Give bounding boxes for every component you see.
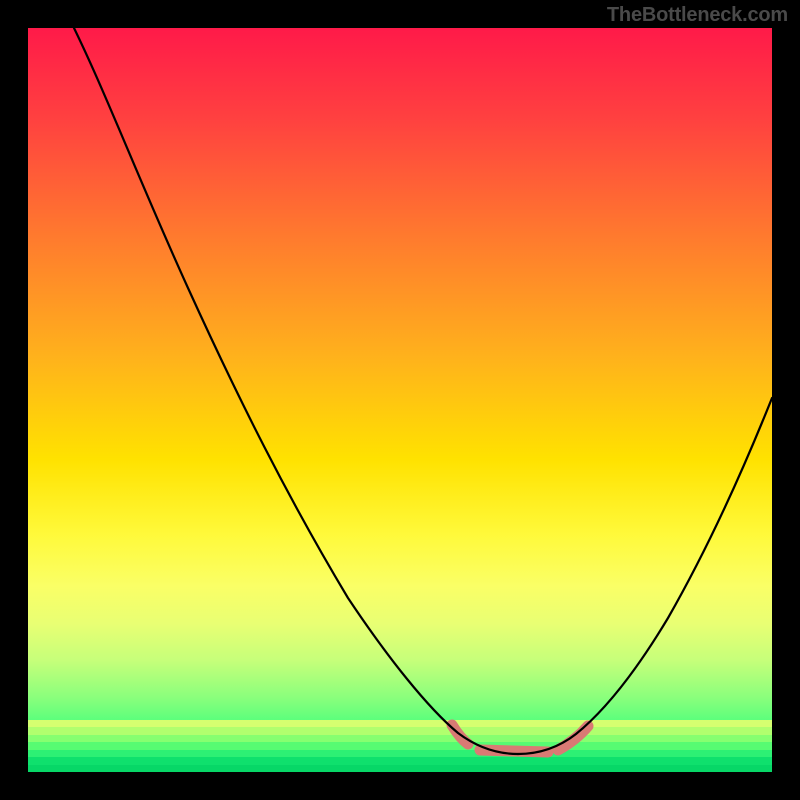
chart-plot-area — [28, 28, 772, 772]
bottleneck-curve-right-arm — [518, 398, 772, 754]
watermark-text: TheBottleneck.com — [607, 4, 788, 27]
optimal-region-highlight — [452, 725, 588, 752]
chart-frame: TheBottleneck.com — [0, 0, 800, 800]
bottleneck-curve-left-arm — [74, 28, 518, 754]
optimal-seg-right — [558, 726, 588, 750]
chart-curve-svg — [28, 28, 772, 772]
